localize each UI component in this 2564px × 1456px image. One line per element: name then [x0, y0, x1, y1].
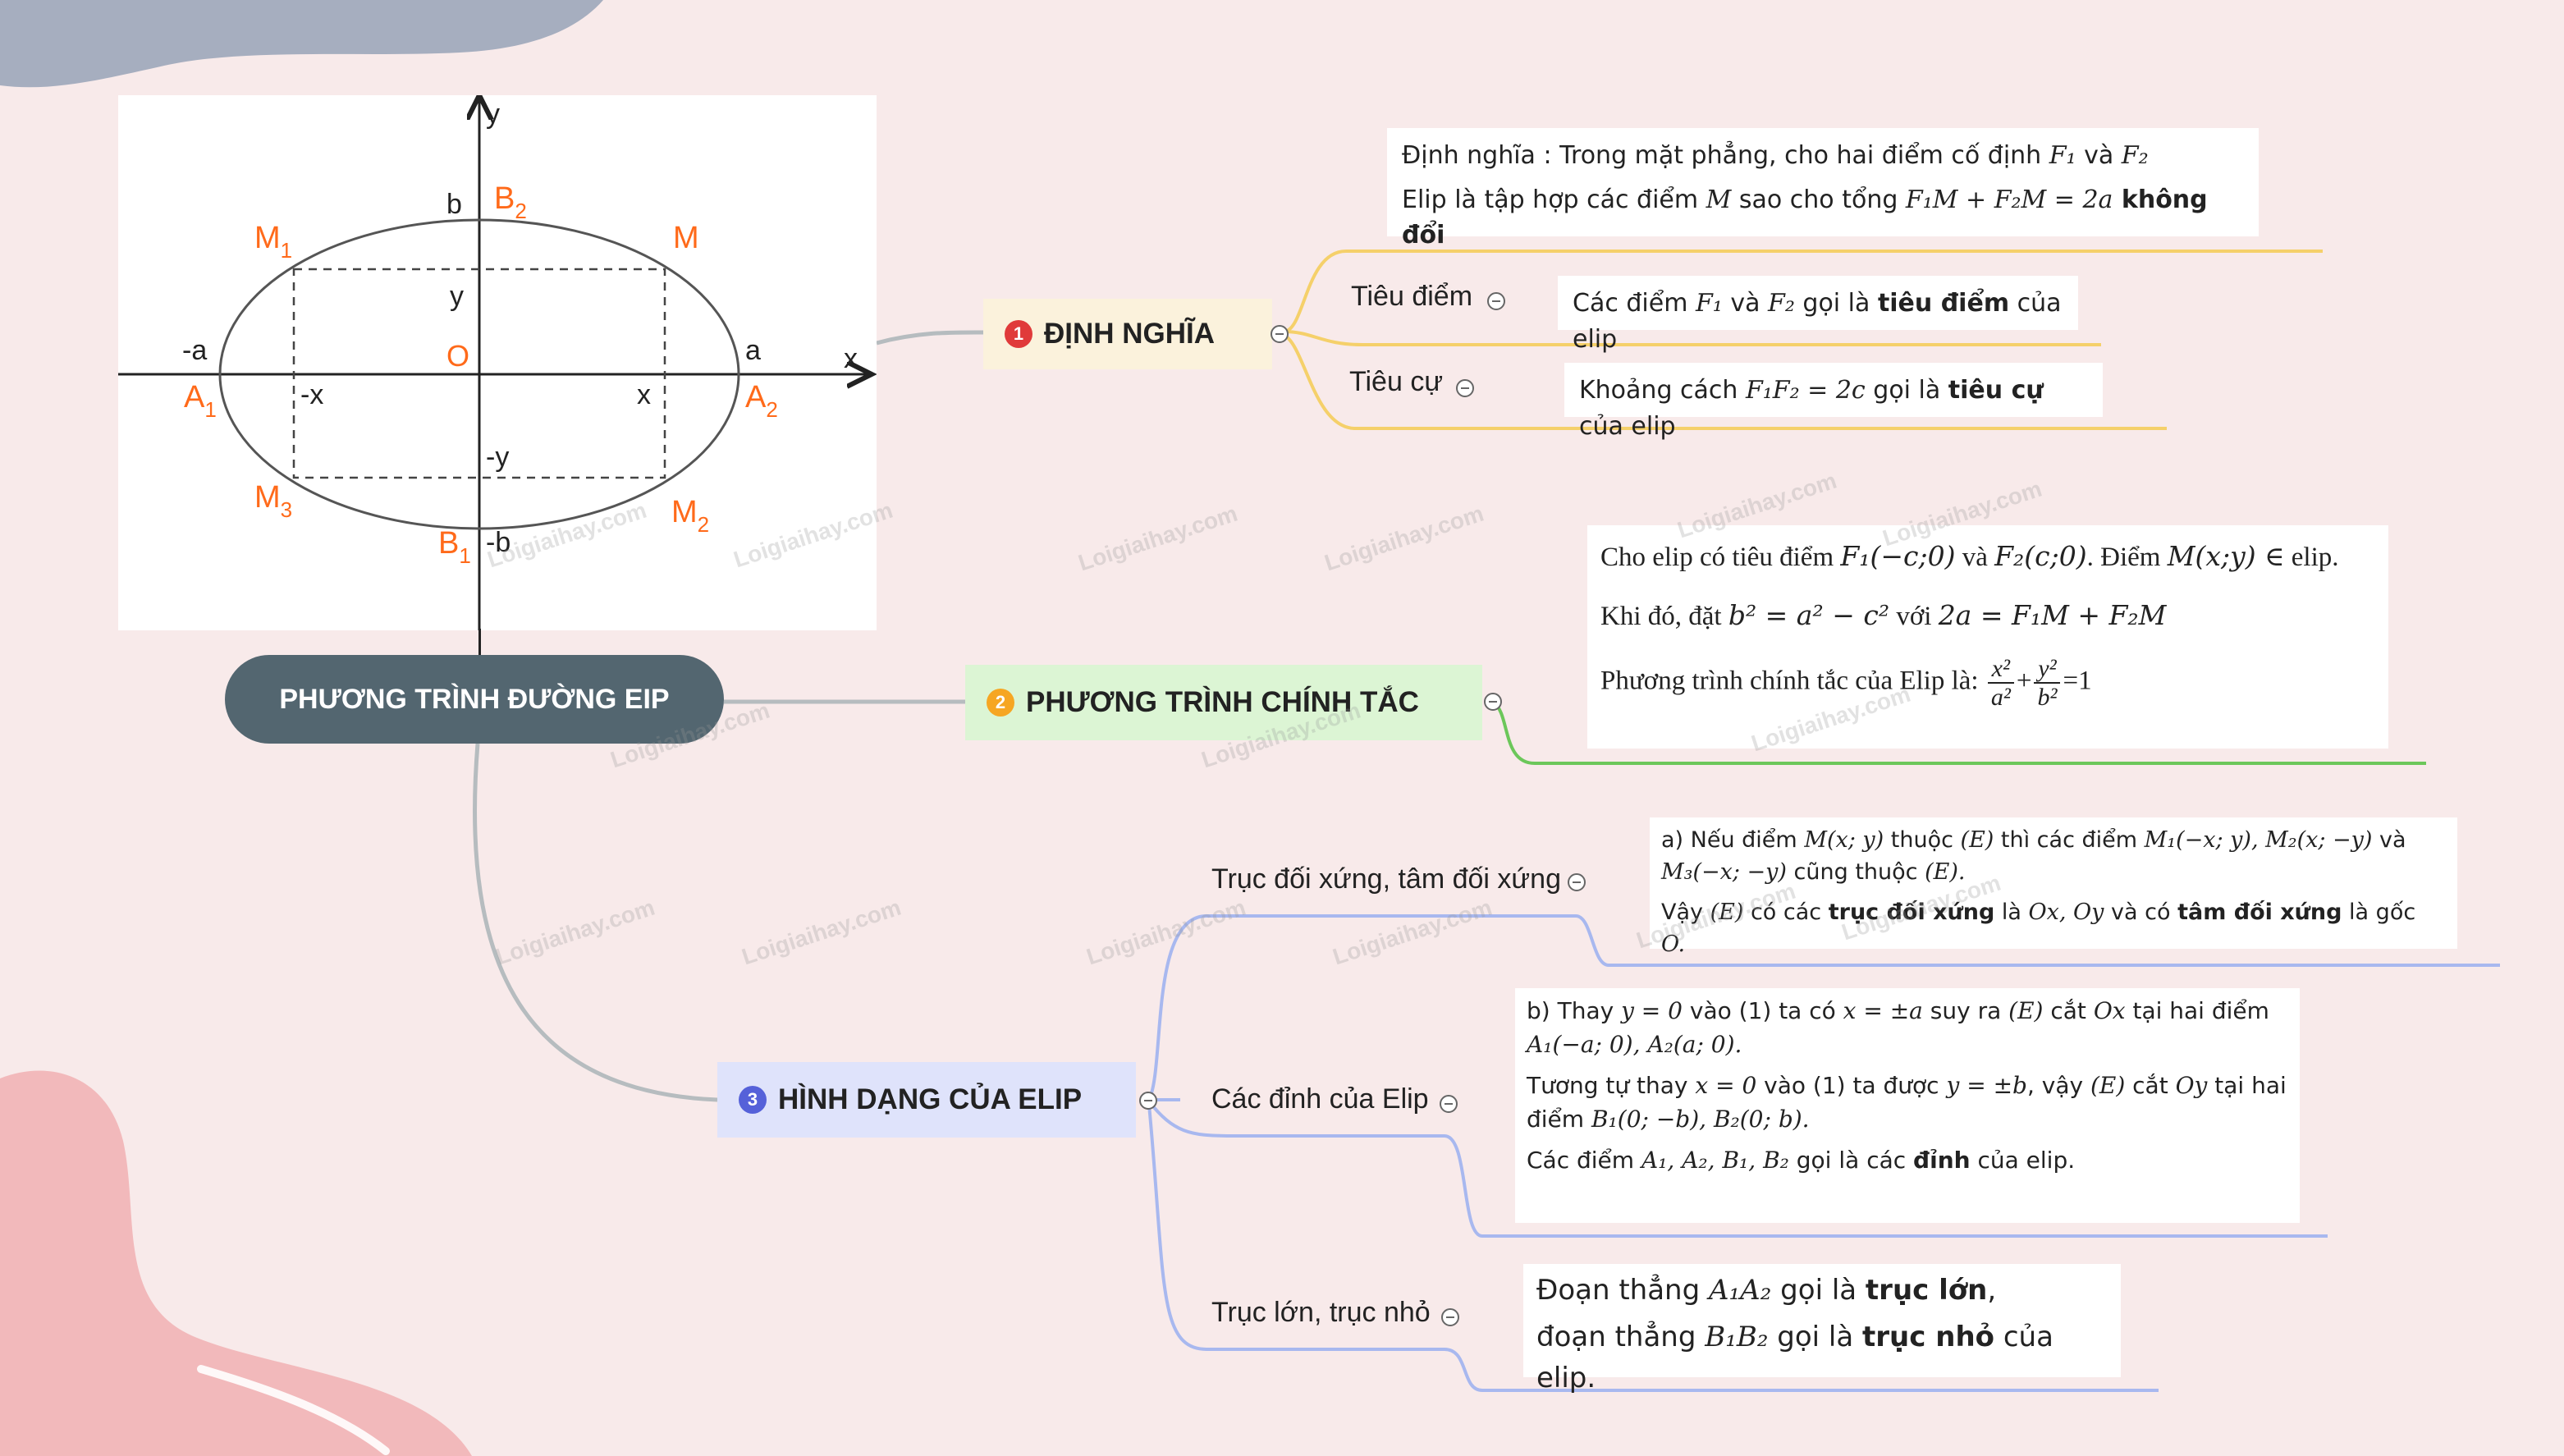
- collapse-icon[interactable]: [1456, 379, 1474, 397]
- symmetry-label[interactable]: Trục đối xứng, tâm đối xứng: [1211, 863, 1561, 895]
- focal-distance-card: Khoảng cách F₁F₂ = 2c gọi là tiêu cự của…: [1564, 363, 2103, 441]
- collapse-icon[interactable]: [1139, 1092, 1157, 1110]
- label-neg-x: -x: [300, 379, 323, 410]
- definition-card: Định nghĩa : Trong mặt phẳng, cho hai đi…: [1387, 128, 2259, 250]
- vertices-paragraph-2: Tương tự thay x = 0 vào (1) ta được y = …: [1527, 1072, 2287, 1133]
- branch-3-topic[interactable]: 3 HÌNH DẠNG CỦA ELIP: [717, 1062, 1136, 1138]
- y-axis-extension: [478, 629, 481, 658]
- label-M: M: [673, 221, 699, 255]
- number-badge-3: 3: [739, 1086, 767, 1114]
- central-topic[interactable]: PHƯƠNG TRÌNH ĐƯỜNG EIP: [225, 655, 724, 744]
- collapse-icon[interactable]: [1484, 693, 1502, 711]
- label-axis-y: y: [486, 98, 500, 130]
- vertices-card: b) Thay y = 0 vào (1) ta có x = ±a suy r…: [1515, 988, 2300, 1223]
- label-B2: B2: [494, 181, 527, 223]
- vertices-paragraph-3: Các điểm A₁, A₂, B₁, B₂ gọi là các đỉnh …: [1527, 1147, 2076, 1174]
- number-badge-2: 2: [987, 689, 1014, 717]
- branch-1-title: ĐỊNH NGHĨA: [1044, 318, 1216, 350]
- focus-card: Các điểm F₁ và F₂ gọi là tiêu điểm của e…: [1558, 276, 2078, 354]
- label-a: a: [745, 335, 761, 366]
- equation-line-3: Phương trình chính tắc của Elip là: x² a²…: [1600, 654, 2092, 711]
- standard-equation-card: Cho elip có tiêu điểm F₁(−c;0) và F₂(c;0…: [1587, 525, 2388, 749]
- label-origin: O: [446, 339, 469, 373]
- axes-line-1: Đoạn thẳng A₁A₂ gọi là trục lớn,: [1536, 1274, 1997, 1307]
- vertices-label[interactable]: Các đỉnh của Elip: [1211, 1083, 1429, 1115]
- label-A2: A2: [745, 380, 778, 422]
- symmetry-card: a) Nếu điểm M(x; y) thuộc (E) thì các đi…: [1650, 817, 2457, 957]
- definition-line-2: Elip là tập hợp các điểm M sao cho tổng …: [1402, 185, 2208, 250]
- focus-label[interactable]: Tiêu điểm: [1351, 281, 1472, 313]
- central-topic-label: PHƯƠNG TRÌNH ĐƯỜNG EIP: [279, 683, 670, 715]
- collapse-icon[interactable]: [1441, 1308, 1459, 1326]
- label-neg-y: -y: [486, 442, 509, 473]
- collapse-icon[interactable]: [1440, 1095, 1458, 1113]
- equation-line-1: Cho elip có tiêu điểm F₁(−c;0) và F₂(c;0…: [1600, 540, 2339, 572]
- label-A1: A1: [184, 380, 217, 422]
- vertices-paragraph-1: b) Thay y = 0 vào (1) ta có x = ±a suy r…: [1527, 997, 2269, 1058]
- axes-card: Đoạn thẳng A₁A₂ gọi là trục lớn, đoạn th…: [1523, 1264, 2121, 1394]
- collapse-icon[interactable]: [1271, 325, 1289, 343]
- label-M2: M2: [671, 495, 709, 537]
- equation-line-2: Khi đó, đặt b² = a² − c² với 2a = F₁M + …: [1600, 598, 2167, 631]
- label-b: b: [446, 189, 462, 220]
- axes-label[interactable]: Trục lớn, trục nhỏ: [1211, 1297, 1431, 1329]
- label-M3: M3: [254, 480, 292, 522]
- symmetry-paragraph-1: a) Nếu điểm M(x; y) thuộc (E) thì các đi…: [1661, 827, 2406, 886]
- axes-line-2: đoạn thẳng B₁B₂ gọi là trục nhỏ của elip…: [1536, 1321, 2053, 1394]
- fraction-y: y² b²: [2034, 655, 2061, 711]
- branch-2-topic[interactable]: 2 PHƯƠNG TRÌNH CHÍNH TẮC: [965, 665, 1482, 740]
- definition-line-1: Định nghĩa : Trong mặt phẳng, cho hai đi…: [1402, 141, 2149, 170]
- label-M1: M1: [254, 221, 292, 263]
- label-B1: B1: [438, 526, 471, 568]
- fraction-x: x² a²: [1987, 655, 2014, 711]
- label-x: x: [637, 379, 651, 410]
- label-neg-a: -a: [182, 335, 207, 366]
- collapse-icon[interactable]: [1568, 873, 1586, 891]
- label-axis-x: x: [844, 343, 858, 374]
- branch-1-topic[interactable]: 1 ĐỊNH NGHĨA: [983, 299, 1272, 369]
- focal-distance-label[interactable]: Tiêu cự: [1349, 366, 1443, 398]
- collapse-icon[interactable]: [1487, 292, 1505, 310]
- number-badge-1: 1: [1005, 320, 1032, 348]
- label-y: y: [450, 281, 464, 312]
- branch-3-title: HÌNH DẠNG CỦA ELIP: [778, 1083, 1083, 1115]
